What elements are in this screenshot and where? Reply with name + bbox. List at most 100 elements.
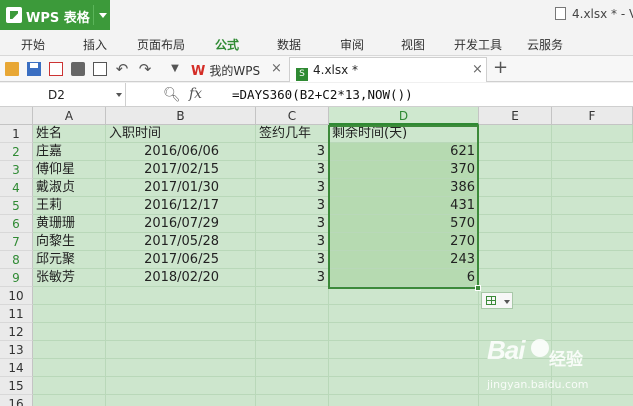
row-header-1[interactable]: 1 xyxy=(0,125,33,143)
cell-years[interactable]: 3 xyxy=(256,233,329,251)
tab-file-4xlsx[interactable]: S 4.xlsx * × xyxy=(289,57,487,82)
cell-name[interactable]: 黄珊珊 xyxy=(33,215,106,233)
column-header-b[interactable]: B xyxy=(106,107,256,125)
column-header-f[interactable]: F xyxy=(552,107,633,125)
cell-name[interactable]: 庄嘉 xyxy=(33,143,106,161)
tab-my-wps-label: 我的WPS xyxy=(209,64,261,78)
cell-c1[interactable]: 签约几年 xyxy=(256,125,329,143)
tab-insert[interactable]: 插入 xyxy=(83,36,107,53)
cell-date[interactable]: 2017/01/30 xyxy=(106,179,256,197)
tab-data[interactable]: 数据 xyxy=(277,36,301,53)
row-header-8[interactable]: 8 xyxy=(0,251,33,269)
search-icon[interactable]: 🔍︎ xyxy=(163,87,181,103)
cell-date[interactable]: 2016/07/29 xyxy=(106,215,256,233)
cell-name[interactable]: 王莉 xyxy=(33,197,106,215)
tab-view[interactable]: 视图 xyxy=(401,36,425,53)
select-all-corner[interactable] xyxy=(0,107,33,125)
cell-remaining-days[interactable]: 570 xyxy=(329,215,479,233)
column-header-a[interactable]: A xyxy=(33,107,106,125)
autofill-options-button[interactable] xyxy=(481,292,513,309)
cell-name[interactable]: 傅仰星 xyxy=(33,161,106,179)
baidu-watermark: Bai 经验 jingyan.baidu.com xyxy=(487,335,627,400)
chevron-down-icon xyxy=(504,300,510,304)
cell-date[interactable]: 2017/02/15 xyxy=(106,161,256,179)
row-header-7[interactable]: 7 xyxy=(0,233,33,251)
chevron-down-icon[interactable] xyxy=(116,93,122,97)
cell-d1[interactable]: 剩余时间(天) xyxy=(329,125,479,143)
column-header-e[interactable]: E xyxy=(479,107,552,125)
cell-years[interactable]: 3 xyxy=(256,179,329,197)
tab-cloud[interactable]: 云服务 xyxy=(527,36,563,53)
row-header-3[interactable]: 3 xyxy=(0,161,33,179)
formula-input[interactable]: =DAYS360(B2+C2*13,NOW()) xyxy=(232,87,413,102)
tab-formulas[interactable]: 公式 xyxy=(215,36,239,53)
cell-remaining-days[interactable]: 6 xyxy=(329,269,479,287)
cell-name[interactable]: 向黎生 xyxy=(33,233,106,251)
cell-years[interactable]: 3 xyxy=(256,161,329,179)
row-header-6[interactable]: 6 xyxy=(0,215,33,233)
file-icon xyxy=(555,7,566,20)
cell-date[interactable]: 2016/06/06 xyxy=(106,143,256,161)
close-icon[interactable]: × xyxy=(271,61,282,76)
tab-page-layout[interactable]: 页面布局 xyxy=(137,36,185,53)
name-box[interactable]: D2 xyxy=(0,83,126,107)
cell-years[interactable]: 3 xyxy=(256,269,329,287)
fx-icon[interactable]: fx xyxy=(189,86,202,102)
chevron-down-icon[interactable] xyxy=(99,13,107,18)
cell-name[interactable]: 邱元聚 xyxy=(33,251,106,269)
cell-a1[interactable]: 姓名 xyxy=(33,125,106,143)
window-title: 4.xlsx * - V xyxy=(555,7,633,21)
chevron-down-icon[interactable]: ▼ xyxy=(168,62,182,76)
cell-remaining-days[interactable]: 243 xyxy=(329,251,479,269)
cell-name[interactable]: 戴淑贞 xyxy=(33,179,106,197)
print-preview-icon[interactable] xyxy=(93,62,107,76)
row-header-12[interactable]: 12 xyxy=(0,323,33,341)
cell-years[interactable]: 3 xyxy=(256,251,329,269)
paw-icon xyxy=(531,339,549,357)
cell-date[interactable]: 2016/12/17 xyxy=(106,197,256,215)
app-name: WPS 表格 xyxy=(26,11,90,26)
export-pdf-icon[interactable] xyxy=(49,62,63,76)
app-menu-button[interactable]: WPS 表格 xyxy=(0,0,110,30)
cell-name[interactable]: 张敏芳 xyxy=(33,269,106,287)
tab-developer[interactable]: 开发工具 xyxy=(454,36,502,53)
row-header-13[interactable]: 13 xyxy=(0,341,33,359)
cell-remaining-days[interactable]: 621 xyxy=(329,143,479,161)
cell-years[interactable]: 3 xyxy=(256,215,329,233)
cell-date[interactable]: 2018/02/20 xyxy=(106,269,256,287)
quick-access-toolbar: ↶ ↷ ▼ W 我的WPS × S 4.xlsx * × + xyxy=(0,56,633,82)
open-icon[interactable] xyxy=(5,62,19,76)
plus-icon[interactable]: + xyxy=(493,57,508,78)
column-header-c[interactable]: C xyxy=(256,107,329,125)
cell-remaining-days[interactable]: 386 xyxy=(329,179,479,197)
cell-date[interactable]: 2017/06/25 xyxy=(106,251,256,269)
title-bar: WPS 表格 4.xlsx * - V xyxy=(0,0,633,30)
spreadsheet-grid[interactable]: A B C D E F 1 2 3 4 5 6 7 8 9 10 11 12 1… xyxy=(0,107,633,406)
cell-years[interactable]: 3 xyxy=(256,197,329,215)
cell-remaining-days[interactable]: 370 xyxy=(329,161,479,179)
tab-review[interactable]: 审阅 xyxy=(340,36,364,53)
row-header-4[interactable]: 4 xyxy=(0,179,33,197)
cell-remaining-days[interactable]: 270 xyxy=(329,233,479,251)
print-icon[interactable] xyxy=(71,62,85,76)
redo-icon[interactable]: ↷ xyxy=(138,62,152,77)
wps-logo-icon: W xyxy=(191,64,206,79)
tab-home[interactable]: 开始 xyxy=(21,36,45,53)
undo-icon[interactable]: ↶ xyxy=(115,62,129,77)
save-icon[interactable] xyxy=(27,62,41,76)
row-header-16[interactable]: 16 xyxy=(0,395,33,406)
row-header-14[interactable]: 14 xyxy=(0,359,33,377)
row-header-10[interactable]: 10 xyxy=(0,287,33,305)
cell-date[interactable]: 2017/05/28 xyxy=(106,233,256,251)
row-header-11[interactable]: 11 xyxy=(0,305,33,323)
row-header-2[interactable]: 2 xyxy=(0,143,33,161)
column-header-d[interactable]: D xyxy=(329,107,479,125)
row-header-5[interactable]: 5 xyxy=(0,197,33,215)
tab-my-wps[interactable]: W 我的WPS × xyxy=(191,57,286,82)
cell-b1[interactable]: 入职时间 xyxy=(106,125,256,143)
close-icon[interactable]: × xyxy=(472,62,483,77)
row-header-15[interactable]: 15 xyxy=(0,377,33,395)
cell-remaining-days[interactable]: 431 xyxy=(329,197,479,215)
row-header-9[interactable]: 9 xyxy=(0,269,33,287)
cell-years[interactable]: 3 xyxy=(256,143,329,161)
